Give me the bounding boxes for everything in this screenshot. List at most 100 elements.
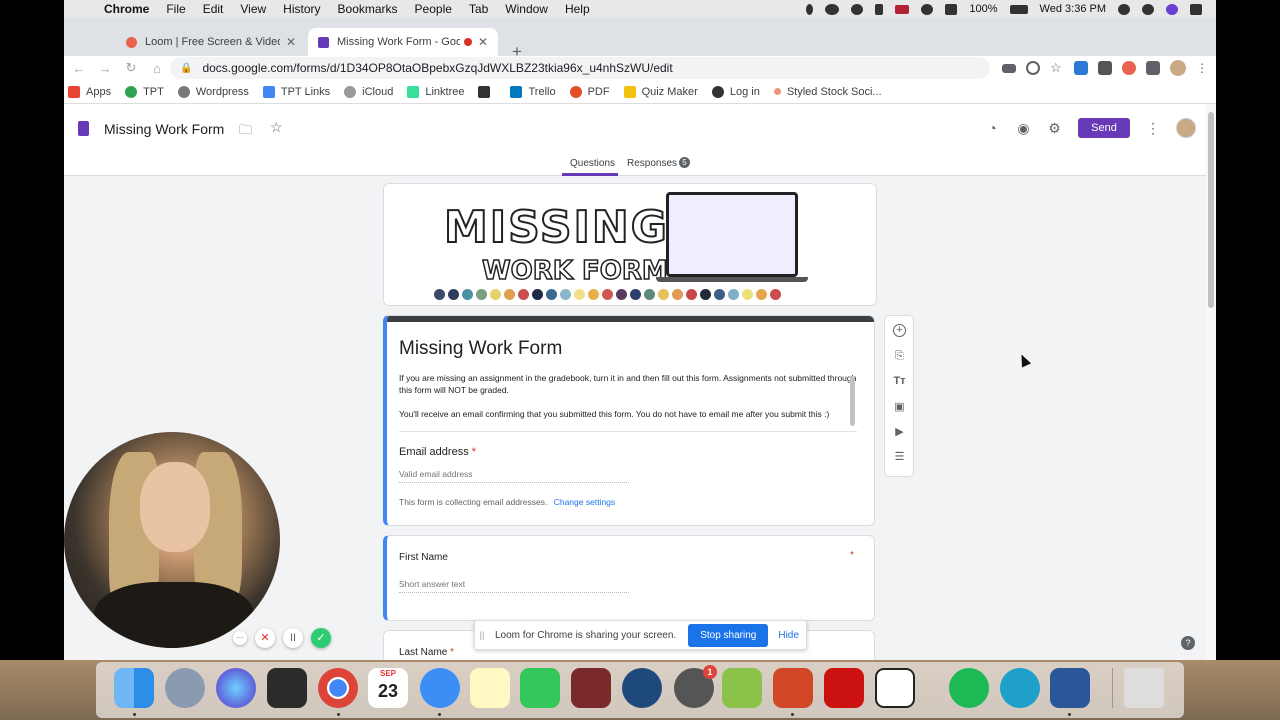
- quicktime-icon[interactable]: [622, 668, 662, 708]
- address-bar[interactable]: 🔒 docs.google.com/forms/d/1D34OP8OtaOBpe…: [170, 57, 990, 79]
- menu-bookmarks[interactable]: Bookmarks: [338, 2, 398, 16]
- pause-recording-button[interactable]: II: [283, 628, 303, 648]
- preview-eye-icon[interactable]: ◉: [1016, 120, 1031, 136]
- menu-help[interactable]: Help: [565, 2, 590, 16]
- cancel-recording-button[interactable]: ✕: [255, 628, 275, 648]
- bookmark-wordpress[interactable]: Wordpress: [177, 85, 249, 98]
- menu-edit[interactable]: Edit: [203, 2, 224, 16]
- lock-icon[interactable]: 🔒: [180, 63, 192, 74]
- question-title[interactable]: First Name: [399, 552, 448, 563]
- trash-icon[interactable]: [1124, 668, 1164, 708]
- bookmark-trello[interactable]: Trello: [510, 85, 556, 98]
- menu-chrome[interactable]: Chrome: [104, 2, 149, 16]
- battery-icon[interactable]: [1009, 4, 1028, 14]
- add-title-icon[interactable]: Tт: [893, 375, 906, 388]
- bookmark-star-icon[interactable]: ☆: [1050, 61, 1064, 75]
- microphone-icon[interactable]: [806, 3, 814, 15]
- menu-file[interactable]: File: [166, 2, 185, 16]
- us-flag-icon[interactable]: [895, 4, 910, 14]
- user-icon[interactable]: [1118, 3, 1130, 15]
- scrollbar-thumb[interactable]: [1208, 112, 1214, 308]
- extension-2-icon[interactable]: [1098, 61, 1112, 75]
- apple-icon[interactable]: [80, 2, 94, 16]
- spotlight-icon[interactable]: [1142, 3, 1154, 15]
- webcam-bubble[interactable]: [64, 432, 280, 648]
- bookmark-tpt[interactable]: TPT: [125, 85, 164, 98]
- bookmark-pdf[interactable]: PDF: [569, 85, 610, 98]
- home-icon[interactable]: ⌂: [146, 61, 168, 76]
- finder-icon[interactable]: [114, 668, 154, 708]
- hide-button[interactable]: Hide: [778, 630, 799, 641]
- notification-center-icon[interactable]: [1190, 3, 1202, 15]
- description-scrollbar[interactable]: [850, 376, 855, 426]
- close-tab-icon[interactable]: ✕: [478, 35, 488, 49]
- bookmark-icloud[interactable]: iCloud: [344, 85, 393, 98]
- clock[interactable]: Wed 3:36 PM: [1040, 3, 1106, 15]
- profile-avatar[interactable]: [1170, 60, 1186, 76]
- send-button[interactable]: Send: [1078, 118, 1130, 138]
- siri-icon[interactable]: [1166, 3, 1178, 15]
- close-tab-icon[interactable]: ✕: [286, 35, 296, 49]
- time-machine-icon[interactable]: [851, 3, 864, 15]
- photo-booth-icon[interactable]: [571, 668, 611, 708]
- google-forms-logo-icon[interactable]: [78, 121, 89, 136]
- menu-tab[interactable]: Tab: [469, 2, 488, 16]
- puzzle-icon[interactable]: [1146, 61, 1160, 75]
- bookmark-apps[interactable]: Apps: [68, 85, 111, 98]
- tab-missing-work-form[interactable]: Missing Work Form - Goog ✕: [308, 28, 498, 56]
- notes-icon[interactable]: [470, 668, 510, 708]
- tab-loom[interactable]: Loom | Free Screen & Video Re ✕: [116, 28, 306, 56]
- more-options-icon[interactable]: ⋮: [1146, 120, 1160, 137]
- bookmark-linktree[interactable]: Linktree: [407, 85, 464, 98]
- chrome-menu-icon[interactable]: ⋮: [1196, 61, 1208, 75]
- form-header-image[interactable]: MISSING WORK FORM: [383, 183, 877, 306]
- word-icon[interactable]: [1050, 668, 1090, 708]
- loom-extension-icon[interactable]: [1122, 61, 1136, 75]
- bookmark-tpt-links[interactable]: TPT Links: [262, 85, 330, 98]
- chrome-icon[interactable]: [318, 668, 358, 708]
- facetime-icon[interactable]: [520, 668, 560, 708]
- calendar-icon[interactable]: SEP 23: [368, 668, 408, 708]
- reload-icon[interactable]: ↻: [120, 60, 142, 76]
- add-image-icon[interactable]: ▣: [893, 401, 906, 414]
- account-avatar[interactable]: [1176, 118, 1196, 138]
- help-icon[interactable]: ?: [1181, 636, 1195, 650]
- tab-questions[interactable]: Questions: [570, 158, 615, 169]
- settings-gear-icon[interactable]: ⚙: [1047, 120, 1062, 136]
- form-title-card[interactable]: Missing Work Form If you are missing an …: [383, 315, 875, 526]
- app-icon[interactable]: [1000, 668, 1040, 708]
- stop-sharing-button[interactable]: Stop sharing: [688, 623, 769, 647]
- cloud-icon[interactable]: [825, 3, 840, 15]
- messages-icon[interactable]: [420, 668, 460, 708]
- zoom-icon[interactable]: [1026, 61, 1040, 75]
- launchpad-icon[interactable]: [165, 668, 205, 708]
- form-document-title[interactable]: Missing Work Form: [104, 121, 224, 137]
- star-icon[interactable]: ☆: [270, 119, 283, 136]
- bookmark-log-in[interactable]: Log in: [711, 85, 760, 98]
- menu-window[interactable]: Window: [505, 2, 548, 16]
- menu-view[interactable]: View: [240, 2, 266, 16]
- siri-icon[interactable]: [216, 668, 256, 708]
- forward-icon[interactable]: →: [94, 61, 116, 76]
- more-options-icon[interactable]: ···: [233, 631, 247, 645]
- pdf-app-icon[interactable]: [722, 668, 762, 708]
- camera-icon[interactable]: [1002, 63, 1016, 73]
- bookmark-styled-stock[interactable]: Styled Stock Soci...: [773, 86, 882, 98]
- menu-history[interactable]: History: [283, 2, 320, 16]
- back-icon[interactable]: ←: [68, 61, 90, 76]
- add-video-icon[interactable]: ▶: [893, 426, 906, 439]
- acrobat-icon[interactable]: [824, 668, 864, 708]
- add-question-icon[interactable]: +: [893, 324, 906, 337]
- bookmark-quiz-maker[interactable]: Quiz Maker: [623, 85, 698, 98]
- drag-handle-icon[interactable]: ||: [475, 630, 489, 640]
- bookmark-cart[interactable]: [478, 85, 496, 98]
- image-capture-icon[interactable]: [267, 668, 307, 708]
- finish-recording-button[interactable]: ✓: [311, 628, 331, 648]
- system-preferences-icon[interactable]: 1: [674, 665, 717, 708]
- form-title[interactable]: Missing Work Form: [399, 338, 562, 360]
- powerpoint-icon[interactable]: [773, 668, 813, 708]
- extension-1-icon[interactable]: [1074, 61, 1088, 75]
- import-questions-icon[interactable]: ⎘: [893, 350, 906, 363]
- form-description[interactable]: If you are missing an assignment in the …: [399, 372, 857, 432]
- airplay-icon[interactable]: [945, 3, 958, 15]
